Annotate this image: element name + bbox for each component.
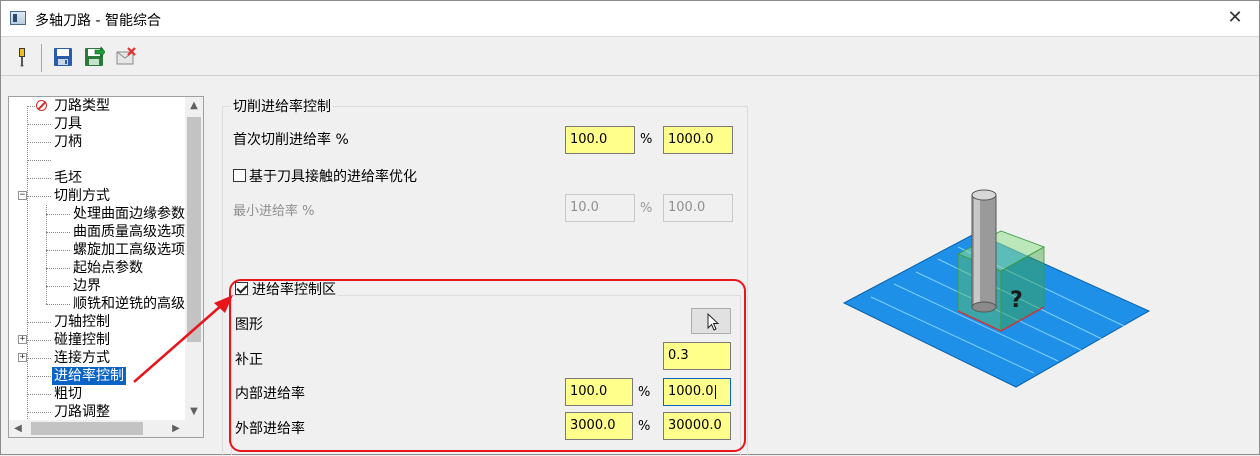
tree-item-spiral[interactable]: 螺旋加工高级选项 [9,241,185,259]
tree-item-label: 连接方式 [54,350,110,366]
tree-item-label: 边界 [73,278,101,294]
expand-toggle[interactable]: + [18,353,27,362]
tree-rows: 刀路类型 刀具 刀柄 毛坯 − 切削方式 处理曲面边缘参数 曲面质量高级选项 螺… [9,97,185,421]
tree-item-toolpath-adjust[interactable]: 刀路调整 [9,403,185,421]
tree-item-label: 粗切 [54,386,82,402]
tree-item-label: 刀具 [54,116,82,132]
tree-item-label: 进给率控制 [52,367,126,385]
scroll-up-icon[interactable]: ▲ [185,97,203,115]
no-sign-icon [36,100,47,111]
outer-feed-label: 外部进给率 [235,421,305,437]
tree-item-label: 切削方式 [54,188,110,204]
tree-item-surface-quality[interactable]: 曲面质量高级选项 [9,223,185,241]
tree-item-label: 顺铣和逆铣的高级 [73,296,185,312]
toolbar-separator [41,44,42,72]
cursor-icon [707,312,720,331]
save-icon[interactable] [52,46,74,68]
shape-label: 图形 [235,317,263,333]
tree-item-roughing[interactable]: 粗切 [9,385,185,403]
scroll-thumb[interactable] [187,117,201,342]
tree-item-label: 刀路类型 [54,98,110,114]
tree-item-tool[interactable]: 刀具 [9,115,185,133]
tree-item-surface-edges[interactable]: 处理曲面边缘参数 [9,205,185,223]
scroll-corner [185,420,203,437]
tree-item-label: 螺旋加工高级选项 [73,242,185,258]
first-cut-percent-input[interactable]: 100.0 [565,126,635,154]
optimize-checkbox[interactable] [233,169,246,182]
outer-feed-value-input[interactable]: 30000.0 [663,412,731,440]
tree-item-start-point[interactable]: 起始点参数 [9,259,185,277]
tree-item-cut-pattern[interactable]: − 切削方式 [9,187,185,205]
zone-label: 进给率控制区 [252,279,338,299]
tree-item-label: 碰撞控制 [54,332,110,348]
percent-label: % [638,419,651,434]
collapse-toggle[interactable]: − [18,191,27,200]
tree-item-collision[interactable]: + 碰撞控制 [9,331,185,349]
select-shape-button[interactable] [691,308,731,334]
scroll-thumb[interactable] [31,422,143,435]
inner-feed-value-input[interactable]: 1000.0 [663,378,731,406]
tree-item-label: 刀路调整 [54,404,110,420]
tree-item-label: 毛坯 [54,170,82,186]
tool-icon[interactable] [11,46,33,68]
tree-item-label: 刀柄 [54,134,82,150]
toolbar [1,38,1259,76]
preview-illustration: ? [796,151,1196,401]
tree-item-toolpath-type[interactable]: 刀路类型 [9,97,185,115]
offset-input[interactable]: 0.3 [663,342,731,370]
window-title: 多轴刀路 - 智能综合 [35,13,161,29]
question-mark-label: ? [1010,288,1023,313]
first-cut-value-input[interactable]: 1000.0 [663,126,733,154]
offset-label: 补正 [235,352,263,368]
scroll-left-icon[interactable]: ◀ [9,420,27,437]
save-as-icon[interactable] [83,46,106,68]
tree-item-linking[interactable]: + 连接方式 [9,349,185,367]
percent-label: % [640,201,653,216]
tree-item-stock[interactable]: 毛坯 [9,169,185,187]
percent-label: % [640,132,653,147]
min-feed-value-input[interactable]: 100.0 [663,194,733,222]
app-icon [10,11,26,25]
group-title: 切削进给率控制 [231,96,333,116]
tree-item-feed-rate-control[interactable]: 进给率控制 [9,367,185,385]
first-cut-label: 首次切削进给率 % [233,132,349,148]
scroll-right-icon[interactable]: ▶ [167,420,185,437]
min-feed-label: 最小进给率 % [233,204,315,219]
close-button[interactable]: ✕ [1225,8,1245,28]
tree-item-label: 刀轴控制 [54,314,110,330]
tree-item-boundary[interactable]: 边界 [9,277,185,295]
tree-item-holder[interactable]: 刀柄 [9,133,185,151]
dialog-window: 多轴刀路 - 智能综合 ✕ 刀路类型 刀具 刀柄 毛坯 − 切削方式 处理曲面边… [0,0,1260,456]
cancel-icon[interactable] [115,46,137,68]
navigation-tree: 刀路类型 刀具 刀柄 毛坯 − 切削方式 处理曲面边缘参数 曲面质量高级选项 螺… [8,96,204,438]
scroll-down-icon[interactable]: ▼ [185,403,203,421]
percent-label: % [638,385,651,400]
tree-vertical-scrollbar[interactable]: ▲ ▼ [185,97,203,421]
inner-feed-percent-input[interactable]: 100.0 [565,378,633,406]
tree-item-climb-conventional[interactable]: 顺铣和逆铣的高级 [9,295,185,313]
tree-item-label: 处理曲面边缘参数 [73,206,185,222]
zone-checkbox[interactable] [235,282,248,295]
tree-item-tool-axis[interactable]: 刀轴控制 [9,313,185,331]
tree-item-label: 起始点参数 [73,260,143,276]
outer-feed-percent-input[interactable]: 3000.0 [565,412,633,440]
min-feed-percent-input[interactable]: 10.0 [565,194,635,222]
tree-item-blank[interactable] [9,151,185,169]
title-bar: 多轴刀路 - 智能综合 ✕ [1,1,1259,37]
tree-horizontal-scrollbar[interactable]: ◀ ▶ [9,420,185,437]
inner-feed-label: 内部进给率 [235,386,305,402]
expand-toggle[interactable]: + [18,335,27,344]
optimize-label: 基于刀具接触的进给率优化 [249,169,417,185]
tree-item-label: 曲面质量高级选项 [73,224,185,240]
